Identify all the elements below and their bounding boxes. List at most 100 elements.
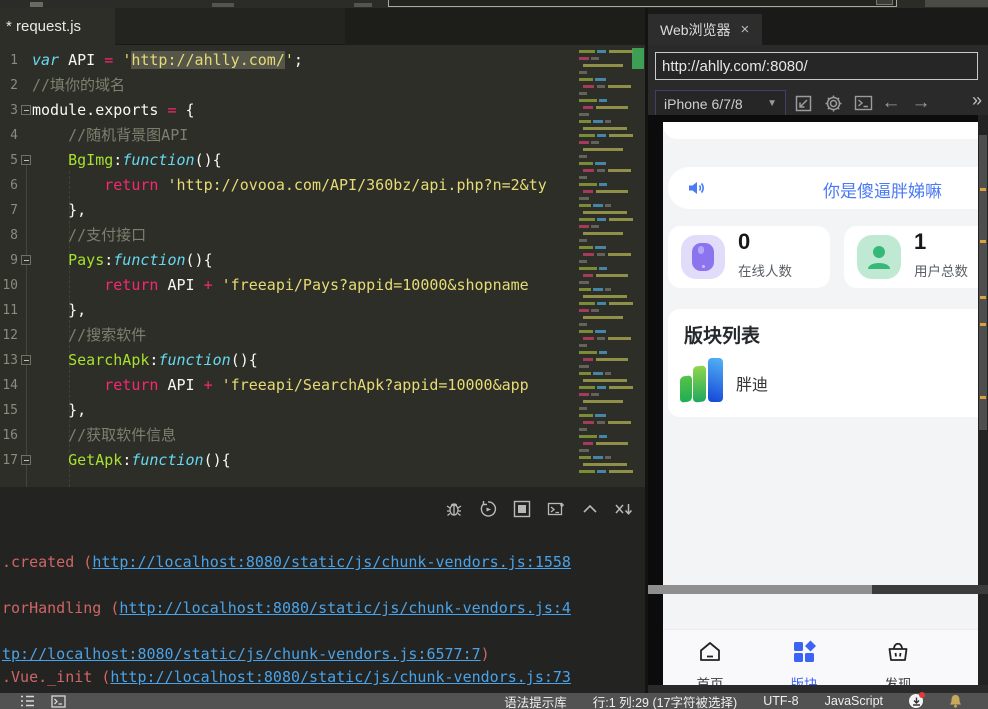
toolbar-label-fragment [354,3,372,7]
board-logo-icon[interactable] [679,358,725,404]
console-panel: .created (http://localhost:8080/static/j… [0,487,648,693]
user-icon [857,235,901,279]
chevron-down-icon: ▼ [767,98,777,109]
console-line: rorHandling (http://localhost:8080/stati… [2,599,571,617]
clear-console-icon[interactable] [614,499,634,519]
horizontal-scrollbar[interactable] [648,585,988,594]
device-select[interactable]: iPhone 6/7/8 ▼ [655,90,786,117]
grid-icon [791,639,817,670]
device-icon [681,235,725,279]
console-toolbar [444,499,634,519]
user-count: 1 [914,229,926,255]
collapse-panel-icon[interactable] [580,499,600,519]
code-line: 7 }, [0,198,575,223]
code-line: 13 SearchApk:function(){ [0,348,575,373]
banner-card [663,122,978,139]
minimap[interactable] [575,45,645,487]
open-external-icon[interactable] [791,91,815,115]
notice-bar[interactable]: 你是傻逼胖娣嘛 [668,167,978,209]
console-link[interactable]: http://localhost:8080/static/js/chunk-ve… [110,668,571,686]
terminal-icon[interactable] [851,91,875,115]
code-line: 14 return API + 'freeapi/SearchApk?appid… [0,373,575,398]
statusbar: 语法提示库 行:1 列:29 (17字符被选择) UTF-8 JavaScrip… [0,693,988,709]
editor-tabstrip: * request.js [0,8,648,45]
nav-home[interactable]: 首页 [663,630,757,685]
bell-icon[interactable] [949,694,962,708]
url-input[interactable] [655,52,978,80]
home-icon [697,639,723,670]
nav-me[interactable]: 我 [945,630,978,685]
encoding-status[interactable]: UTF-8 [763,694,798,708]
cursor-position-status[interactable]: 行:1 列:29 (17字符被选择) [593,692,737,709]
code-line: 8 //支付接口 [0,223,575,248]
console-line: .Vue._init (http://localhost:8080/static… [2,668,571,686]
new-terminal-icon[interactable] [546,499,566,519]
close-icon[interactable]: × [741,21,750,38]
fold-toggle-icon[interactable] [21,455,31,465]
speaker-icon [685,177,707,204]
fold-toggle-icon[interactable] [21,105,31,115]
main-toolbar-sliver [0,0,988,8]
update-icon[interactable] [909,694,923,708]
code-editor[interactable]: 1var API = 'http://ahlly.com/';2//填你的域名3… [0,45,575,487]
toolbar-run-button[interactable] [925,0,988,7]
code-line: 17 GetApk:function(){ [0,448,575,473]
console-link[interactable]: http://localhost:8080/static/js/chunk-ve… [119,599,571,617]
phone-preview: 你是傻逼胖娣嘛 0 在线人数 [648,115,978,685]
code-line: 4 //随机背景图API [0,123,575,148]
online-label: 在线人数 [738,260,792,280]
language-status[interactable]: JavaScript [825,694,883,708]
bottom-navbar: 首页 版块 [663,629,978,685]
user-label: 用户总数 [914,260,968,280]
code-line: 15 }, [0,398,575,423]
board-list-card: 版块列表 胖迪 [668,309,978,417]
online-count: 0 [738,229,750,255]
code-line: 10 return API + 'freeapi/Pays?appid=1000… [0,273,575,298]
minimap-marker [632,48,644,69]
phone-page: 你是傻逼胖娣嘛 0 在线人数 [663,122,978,684]
toolbar-label-fragment [212,3,234,7]
restart-icon[interactable] [478,499,498,519]
syntax-lib-status[interactable]: 语法提示库 [504,692,567,709]
tab-web-browser[interactable]: Web浏览器 × [648,14,762,45]
code-line: 12 //搜索软件 [0,323,575,348]
code-line: 3module.exports = { [0,98,575,123]
stat-card-users: 1 用户总数 [844,226,978,288]
vertical-scrollbar-thumb[interactable] [979,135,987,430]
fold-toggle-icon[interactable] [21,155,31,165]
debug-bug-icon[interactable] [444,499,464,519]
console-link[interactable]: tp://localhost:8080/static/js/chunk-vend… [2,645,481,663]
stat-card-online: 0 在线人数 [668,226,830,288]
console-line: .created (http://localhost:8080/static/j… [2,553,571,571]
menu-icon[interactable] [30,2,43,7]
search-dropdown-button[interactable] [876,0,893,5]
console-link[interactable]: http://localhost:8080/static/js/chunk-ve… [92,553,571,571]
code-line: 1var API = 'http://ahlly.com/'; [0,48,575,73]
vertical-scrollbar[interactable] [978,115,988,685]
global-search-input[interactable] [388,0,897,7]
console-line: tp://localhost:8080/static/js/chunk-vend… [2,645,490,663]
forward-arrow-icon[interactable]: → [909,91,933,115]
fold-toggle-icon[interactable] [21,355,31,365]
nav-discover[interactable]: 发现 [851,630,945,685]
board-name[interactable]: 胖迪 [736,371,768,395]
code-line: 9 Pays:function(){ [0,248,575,273]
code-line: 6 return 'http://ovooa.com/API/360bz/api… [0,173,575,198]
code-line: 5 BgImg:function(){ [0,148,575,173]
board-list-title: 版块列表 [684,321,760,348]
horizontal-scrollbar-thumb[interactable] [648,585,872,594]
terminal-statusbar-icon[interactable] [51,695,66,708]
outline-list-icon[interactable] [20,695,35,707]
fold-toggle-icon[interactable] [21,255,31,265]
more-tools-icon[interactable]: » [972,90,982,111]
browser-tabbar: Web浏览器 × [648,8,988,45]
web-browser-panel: Web浏览器 × iPhone 6/7/8 ▼ [648,8,988,693]
gear-icon[interactable] [821,91,845,115]
stop-icon[interactable] [512,499,532,519]
notice-text: 你是傻逼胖娣嘛 [823,177,942,202]
code-line: 2//填你的域名 [0,73,575,98]
tab-request-js[interactable]: * request.js [0,8,115,45]
basket-icon [885,639,911,670]
nav-boards[interactable]: 版块 [757,630,851,685]
back-arrow-icon[interactable]: ← [879,91,903,115]
